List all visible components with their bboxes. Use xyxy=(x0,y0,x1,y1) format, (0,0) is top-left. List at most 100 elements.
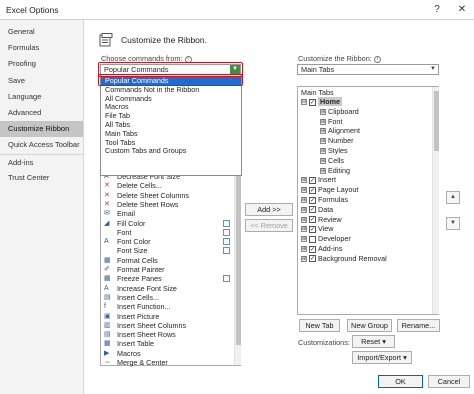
command-item[interactable]: A Increase Font Size xyxy=(101,284,240,293)
command-item[interactable]: ▦ Freeze Panes xyxy=(101,274,240,283)
command-item[interactable]: ▦ Format Cells xyxy=(101,256,240,265)
tree-tab-item[interactable]: ⊞ ✓ View xyxy=(301,224,333,234)
move-up-button[interactable]: ▲ xyxy=(446,191,460,204)
dropdown-option-all-tabs[interactable]: All Tabs xyxy=(101,120,241,129)
expand-icon[interactable]: ⊞ xyxy=(301,187,307,194)
tree-tab-item[interactable]: ⊞ Developer xyxy=(301,234,351,244)
tree-scrollbar[interactable] xyxy=(432,87,439,314)
command-item[interactable]: ✐ Format Painter xyxy=(101,265,240,274)
expand-icon[interactable]: ⊞ xyxy=(301,236,307,243)
expand-icon[interactable]: ⊞ xyxy=(301,226,307,233)
close-button[interactable]: ✕ xyxy=(453,2,471,18)
tree-tab-item[interactable]: ⊞ ✓ Page Layout xyxy=(301,185,358,195)
remove-button[interactable]: << Remove xyxy=(245,219,293,232)
tree-tab-item[interactable]: ⊞ ✓ Insert xyxy=(301,175,336,185)
tree-group-item[interactable]: ⊞ Number xyxy=(320,136,354,146)
rename-button[interactable]: Rename... xyxy=(397,319,440,332)
command-item[interactable]: ✕ Delete Sheet Rows xyxy=(101,200,240,209)
command-item[interactable]: ✕ Delete Cells... xyxy=(101,181,240,190)
tree-tab-item[interactable]: ⊞ ✓ Review xyxy=(301,215,342,225)
expand-icon[interactable]: ⊞ xyxy=(301,197,307,204)
command-item[interactable]: ✉ Email xyxy=(101,209,240,218)
tree-group-item[interactable]: ⊞ Styles xyxy=(320,146,348,156)
tree-group-item[interactable]: ⊞ Clipboard xyxy=(320,107,359,117)
dropdown-option-tool-tabs[interactable]: Tool Tabs xyxy=(101,138,241,147)
expand-icon[interactable]: ⊞ xyxy=(320,167,326,174)
tree-tab-item[interactable]: ⊞ ✓ Background Removal xyxy=(301,254,387,264)
command-item[interactable]: A Font Color xyxy=(101,237,240,246)
command-item[interactable]: Font xyxy=(101,228,240,237)
checkbox[interactable] xyxy=(309,235,316,243)
sidebar-item-advanced[interactable]: Advanced xyxy=(0,105,83,121)
tree-group-item[interactable]: ⊞ Cells xyxy=(320,156,344,166)
checkbox[interactable]: ✓ xyxy=(309,98,316,106)
expand-icon[interactable]: ⊞ xyxy=(301,255,307,262)
dropdown-option-commands-not-in-the-ribbon[interactable]: Commands Not in the Ribbon xyxy=(101,85,241,94)
sidebar-item-customize-ribbon[interactable]: Customize Ribbon xyxy=(0,121,83,138)
ribbon-tree[interactable]: Main Tabs ⊟ ✓ Home ⊞ Clipboard ⊞ Font ⊞ Alignmen… xyxy=(297,86,439,315)
sidebar-item-trust-center[interactable]: Trust Center xyxy=(0,170,83,186)
sidebar-item-general[interactable]: General xyxy=(0,24,83,40)
dropdown-option-popular-commands[interactable]: Popular Commands xyxy=(101,76,241,85)
command-item[interactable]: ▣ Insert Picture xyxy=(101,312,240,321)
dropdown-option-main-tabs[interactable]: Main Tabs xyxy=(101,129,241,138)
sidebar-item-add-ins[interactable]: Add-ins xyxy=(0,153,83,170)
command-item[interactable]: ▤ Insert Cells... xyxy=(101,293,240,302)
tree-tab-item[interactable]: ⊟ ✓ Home xyxy=(301,97,342,107)
tree-tab-item[interactable]: ⊞ ✓ Add-ins xyxy=(301,244,342,254)
sidebar-item-save[interactable]: Save xyxy=(0,73,83,89)
tree-tab-item[interactable]: ⊞ ✓ Data xyxy=(301,205,333,215)
dropdown-option-custom-tabs-and-groups[interactable]: Custom Tabs and Groups xyxy=(101,146,241,155)
dropdown-option-macros[interactable]: Macros xyxy=(101,102,241,111)
tree-group-item[interactable]: ⊞ Alignment xyxy=(320,126,360,136)
tree-scroll-thumb[interactable] xyxy=(434,91,439,151)
checkbox[interactable]: ✓ xyxy=(309,186,316,194)
expand-icon[interactable]: ⊞ xyxy=(320,108,326,115)
tree-group-item[interactable]: ⊞ Editing xyxy=(320,166,350,176)
cancel-button[interactable]: Cancel xyxy=(428,375,470,388)
checkbox[interactable]: ✓ xyxy=(309,216,316,224)
expand-icon[interactable]: ⊞ xyxy=(320,118,326,125)
expand-icon[interactable]: ⊞ xyxy=(301,246,307,253)
command-item[interactable]: ▤ Insert Sheet Rows xyxy=(101,330,240,339)
command-item[interactable]: ▦ Insert Table xyxy=(101,339,240,348)
add-button[interactable]: Add >> xyxy=(245,203,293,216)
checkbox[interactable]: ✓ xyxy=(309,196,316,204)
new-tab-button[interactable]: New Tab xyxy=(299,319,340,332)
checkbox[interactable]: ✓ xyxy=(309,255,316,263)
import-export-button[interactable]: Import/Export ▾ xyxy=(352,351,412,364)
command-item[interactable]: f Insert Function... xyxy=(101,302,240,311)
sidebar-item-formulas[interactable]: Formulas xyxy=(0,40,83,56)
checkbox[interactable]: ✓ xyxy=(309,245,316,253)
expand-icon[interactable]: ⊞ xyxy=(301,216,307,223)
command-item[interactable]: Font Size xyxy=(101,246,240,255)
sidebar-item-quick-access-toolbar[interactable]: Quick Access Toolbar xyxy=(0,137,83,153)
collapse-icon[interactable]: ⊟ xyxy=(301,99,307,106)
customize-ribbon-select[interactable]: Main Tabs ▼ xyxy=(297,64,439,75)
sidebar-item-language[interactable]: Language xyxy=(0,89,83,105)
dropdown-option-all-commands[interactable]: All Commands xyxy=(101,94,241,103)
command-item[interactable]: ◢ Fill Color xyxy=(101,219,240,228)
command-item[interactable]: ▥ Insert Sheet Columns xyxy=(101,321,240,330)
command-item[interactable]: ✕ Delete Sheet Columns xyxy=(101,191,240,200)
tree-tab-item[interactable]: ⊞ ✓ Formulas xyxy=(301,195,348,205)
expand-icon[interactable]: ⊞ xyxy=(301,206,307,213)
checkbox[interactable]: ✓ xyxy=(309,206,316,214)
expand-icon[interactable]: ⊞ xyxy=(320,157,326,164)
command-item[interactable]: ▶ Macros xyxy=(101,349,240,358)
expand-icon[interactable]: ⊞ xyxy=(320,128,326,135)
expand-icon[interactable]: ⊞ xyxy=(301,177,307,184)
move-down-button[interactable]: ▼ xyxy=(446,217,460,230)
command-item[interactable]: ⇔ Merge & Center xyxy=(101,358,240,367)
expand-icon[interactable]: ⊞ xyxy=(320,138,326,145)
new-group-button[interactable]: New Group xyxy=(347,319,392,332)
checkbox[interactable]: ✓ xyxy=(309,225,316,233)
sidebar-item-proofing[interactable]: Proofing xyxy=(0,56,83,72)
reset-button[interactable]: Reset ▾ xyxy=(352,335,395,348)
ok-button[interactable]: OK xyxy=(378,375,423,388)
tree-group-item[interactable]: ⊞ Font xyxy=(320,117,342,127)
chevron-down-icon[interactable]: ▼ xyxy=(230,65,240,74)
expand-icon[interactable]: ⊞ xyxy=(320,148,326,155)
chevron-down-icon[interactable]: ▼ xyxy=(428,65,438,74)
help-button[interactable]: ? xyxy=(428,2,446,18)
